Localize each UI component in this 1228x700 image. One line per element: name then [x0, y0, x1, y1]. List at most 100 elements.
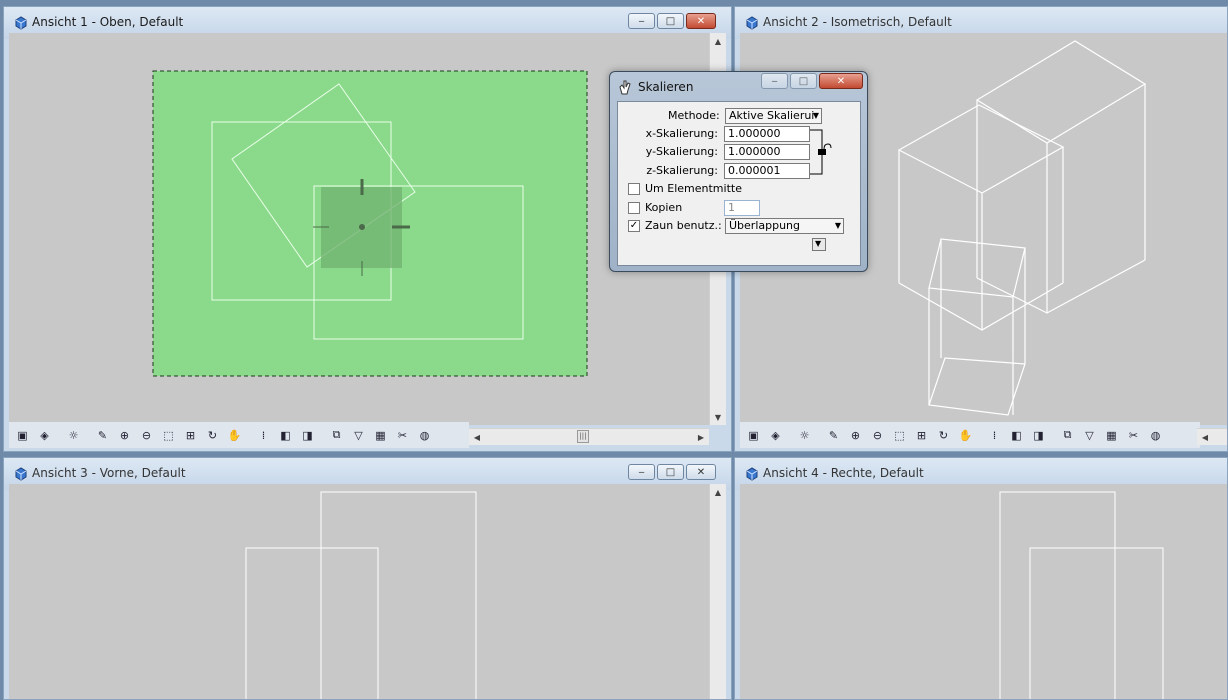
scroll-right-icon[interactable]: ▶ [693, 429, 709, 445]
expand-dialog-button[interactable]: ▼ [812, 238, 826, 251]
view-3-title: Ansicht 3 - Vorne, Default [32, 466, 186, 480]
levels-icon[interactable]: ◈ [765, 425, 786, 446]
zoom-in-icon[interactable]: ⊕ [114, 425, 135, 446]
camera-icon[interactable]: ✂ [1123, 425, 1144, 446]
methode-value: Aktive Skalierui [729, 109, 815, 122]
view-3-canvas[interactable] [9, 484, 709, 699]
view-cube-icon [15, 467, 27, 481]
clip-volume-icon[interactable]: ▽ [1079, 425, 1100, 446]
view-window-4[interactable]: Ansicht 4 - Rechte, Default [734, 457, 1228, 700]
toolbar-separator [319, 425, 325, 446]
minimize-icon: ‒ [638, 15, 645, 27]
close-icon: ✕ [696, 466, 706, 478]
um-elementmitte-label: Um Elementmitte [645, 182, 742, 195]
view-window-3[interactable]: Ansicht 3 - Vorne, Default ‒ □ ✕ ▲ [3, 457, 732, 700]
scale-dialog[interactable]: Skalieren ‒ □ ✕ Methode: Aktive Skalieru… [609, 71, 868, 272]
scroll-left-icon[interactable]: ◀ [469, 429, 485, 445]
y-scale-label: y-Skalierung: [645, 145, 718, 158]
view-cube-icon [15, 16, 27, 30]
zoom-out-icon[interactable]: ⊖ [867, 425, 888, 446]
view-previous-icon[interactable]: ◧ [1006, 425, 1027, 446]
display-style-icon[interactable]: ☼ [794, 425, 815, 446]
fit-view-icon[interactable]: ⊞ [911, 425, 932, 446]
maximize-icon: □ [798, 75, 809, 87]
dialog-close-button[interactable]: ✕ [819, 73, 863, 89]
zaun-dropdown[interactable]: Überlappung ▼ [725, 218, 844, 234]
view-previous-icon[interactable]: ◧ [275, 425, 296, 446]
zaun-value: Überlappung [729, 219, 801, 232]
close-button[interactable]: ✕ [686, 464, 716, 480]
view-cube-icon [746, 16, 758, 30]
update-icon[interactable]: ✎ [92, 425, 113, 446]
rotate-icon[interactable]: ↻ [933, 425, 954, 446]
clip-mask-icon[interactable]: ▦ [1101, 425, 1122, 446]
view-1-hscroll[interactable]: ◀ ||| ▶ [469, 428, 709, 445]
view-1-toolbar: ▣ ◈ ☼ ✎ ⊕ ⊖ ⬚ ⊞ ↻ ✋ ⁞ ◧ ◨ ⧉ ▽ ▦ ✂ ◍ [9, 422, 469, 448]
levels-icon[interactable]: ◈ [34, 425, 55, 446]
close-button[interactable]: ✕ [686, 13, 716, 29]
view-attributes-icon[interactable]: ▣ [12, 425, 33, 446]
methode-dropdown[interactable]: Aktive Skalierui ▼ [725, 108, 822, 124]
maximize-button[interactable]: □ [657, 464, 684, 480]
view-1-canvas[interactable] [9, 33, 709, 425]
walk-icon[interactable]: ⁞ [253, 425, 274, 446]
walk-icon[interactable]: ⁞ [984, 425, 1005, 446]
kopien-checkbox[interactable] [628, 202, 640, 214]
view-4-canvas[interactable] [740, 484, 1227, 699]
toolbar-separator [977, 425, 983, 446]
kopien-field[interactable]: 1 [724, 200, 760, 216]
dialog-body: Methode: Aktive Skalierui ▼ x-Skalierung… [617, 101, 861, 266]
zoom-out-icon[interactable]: ⊖ [136, 425, 157, 446]
dialog-maximize-button[interactable]: □ [790, 73, 817, 89]
view-next-icon[interactable]: ◨ [1028, 425, 1049, 446]
pan-icon[interactable]: ✋ [955, 425, 976, 446]
scroll-up-icon[interactable]: ▲ [710, 33, 726, 49]
copy-view-icon[interactable]: ⧉ [1057, 425, 1078, 446]
y-scale-field[interactable]: 1.000000 [724, 144, 810, 160]
scroll-up-icon[interactable]: ▲ [710, 484, 726, 500]
scroll-thumb[interactable]: ||| [577, 430, 589, 443]
rotate-icon[interactable]: ↻ [202, 425, 223, 446]
top-view-drawing [152, 70, 588, 377]
zaun-checkbox[interactable]: ✓ [628, 220, 640, 232]
maximize-button[interactable]: □ [657, 13, 684, 29]
window-area-icon[interactable]: ⬚ [889, 425, 910, 446]
view-2-title: Ansicht 2 - Isometrisch, Default [763, 15, 952, 29]
camera-icon[interactable]: ✂ [392, 425, 413, 446]
view-2-hscroll[interactable]: ◀ [1197, 428, 1227, 445]
render-icon[interactable]: ◍ [414, 425, 435, 446]
update-icon[interactable]: ✎ [823, 425, 844, 446]
copy-view-icon[interactable]: ⧉ [326, 425, 347, 446]
zoom-in-icon[interactable]: ⊕ [845, 425, 866, 446]
zaun-label: Zaun benutz.: [645, 219, 722, 232]
display-style-icon[interactable]: ☼ [63, 425, 84, 446]
toolbar-separator [787, 425, 793, 446]
window-area-icon[interactable]: ⬚ [158, 425, 179, 446]
lock-icon[interactable] [810, 128, 834, 178]
render-icon[interactable]: ◍ [1145, 425, 1166, 446]
view-attributes-icon[interactable]: ▣ [743, 425, 764, 446]
scale-tool-icon [619, 80, 631, 95]
minimize-button[interactable]: ‒ [628, 464, 655, 480]
toolbar-separator [56, 425, 62, 446]
toolbar-separator [816, 425, 822, 446]
view-3-vscroll[interactable]: ▲ [709, 484, 726, 699]
minimize-button[interactable]: ‒ [628, 13, 655, 29]
close-icon: ✕ [836, 75, 846, 87]
clip-volume-icon[interactable]: ▽ [348, 425, 369, 446]
z-scale-label: z-Skalierung: [646, 164, 718, 177]
z-scale-field[interactable]: 0.000001 [724, 163, 810, 179]
x-scale-label: x-Skalierung: [645, 127, 718, 140]
scroll-left-icon[interactable]: ◀ [1197, 429, 1213, 445]
dialog-minimize-button[interactable]: ‒ [761, 73, 788, 89]
pan-icon[interactable]: ✋ [224, 425, 245, 446]
fit-view-icon[interactable]: ⊞ [180, 425, 201, 446]
view-2-toolbar: ▣ ◈ ☼ ✎ ⊕ ⊖ ⬚ ⊞ ↻ ✋ ⁞ ◧ ◨ ⧉ ▽ ▦ ✂ ◍ [740, 422, 1200, 448]
right-view-drawing [999, 491, 1164, 699]
clip-mask-icon[interactable]: ▦ [370, 425, 391, 446]
x-scale-field[interactable]: 1.000000 [724, 126, 810, 142]
view-next-icon[interactable]: ◨ [297, 425, 318, 446]
um-elementmitte-checkbox[interactable] [628, 183, 640, 195]
scroll-down-icon[interactable]: ▼ [710, 409, 726, 425]
maximize-icon: □ [665, 15, 676, 27]
